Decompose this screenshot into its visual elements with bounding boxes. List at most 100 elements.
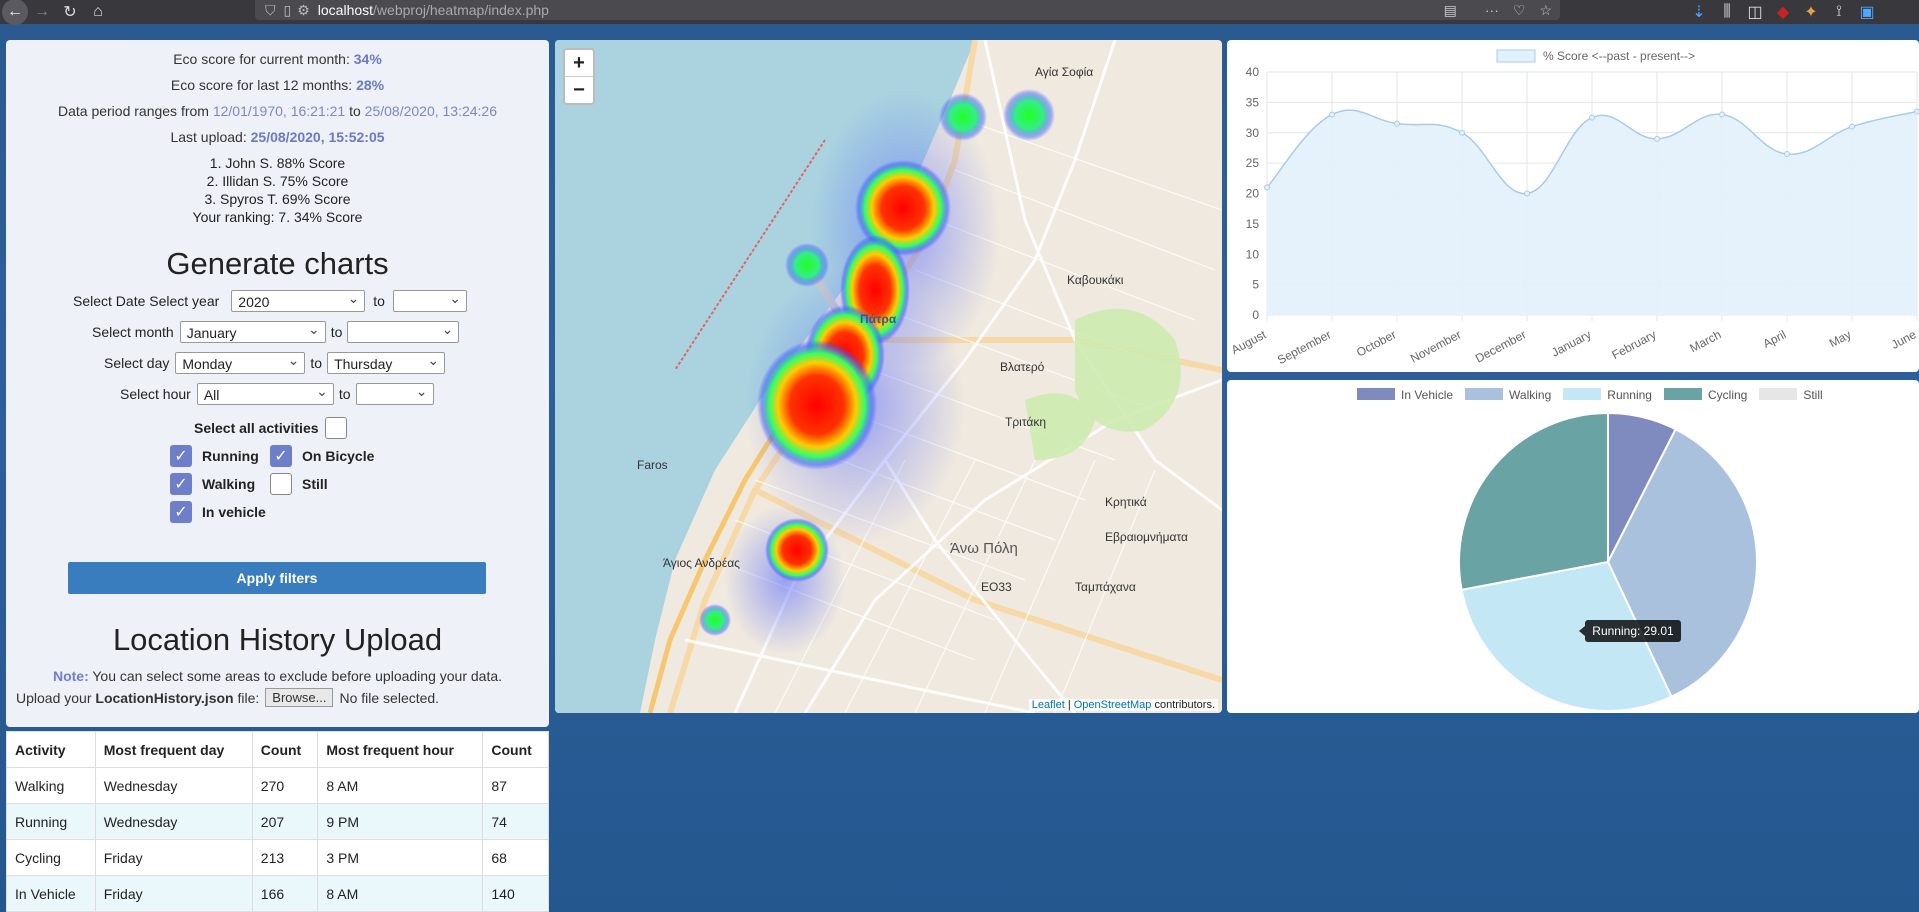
legend-label: Walking — [1509, 388, 1552, 402]
location-upload-title: Location History Upload — [112, 622, 443, 657]
data-point — [1589, 114, 1595, 121]
leaderboard: 1. John S. 88% Score 2. Illidan S. 75% S… — [6, 154, 549, 226]
home-icon[interactable]: ⌂ — [84, 3, 112, 21]
y-tick-label: 30 — [1246, 126, 1260, 140]
osm-link[interactable]: OpenStreetMap — [1074, 699, 1152, 711]
legend-item[interactable]: Walking — [1465, 388, 1551, 402]
ublock-icon[interactable]: ◆ — [1769, 2, 1797, 22]
in-vehicle-checkbox[interactable]: ✓ — [170, 501, 192, 523]
running-checkbox[interactable]: ✓ — [170, 445, 192, 467]
table-row: Walking Wednesday 270 8 AM 87 — [6, 767, 549, 804]
heatmap-map[interactable]: + − Πάτρα Άνω Πόλη Βλατερό Καβουκάκι Far… — [555, 40, 1222, 713]
legend-label: Cycling — [1707, 388, 1748, 402]
hour-to-select[interactable] — [355, 380, 434, 405]
sidebar-icon[interactable]: ◫ — [1741, 2, 1769, 22]
x-tick-label: August — [1229, 327, 1269, 357]
reader-view-icon[interactable]: ▤ — [1444, 2, 1457, 19]
browse-button[interactable]: Browse... — [265, 688, 334, 707]
y-tick-label: 25 — [1246, 156, 1260, 170]
legend-item[interactable]: Running — [1563, 388, 1652, 402]
more-icon[interactable]: ··· — [1485, 2, 1499, 18]
eco-score-current-value: 34% — [353, 51, 382, 67]
month-label: Select month — [92, 324, 174, 340]
y-tick-label: 20 — [1246, 187, 1260, 201]
extension-icon[interactable]: ✦ — [1797, 2, 1825, 22]
x-tick-label: March — [1687, 327, 1723, 355]
table-cell: 68 — [482, 839, 549, 876]
zoom-in-button[interactable]: + — [565, 50, 593, 77]
table-cell: Walking — [6, 767, 96, 804]
shield-icon: ⛉ — [265, 1, 276, 18]
column-header: Most frequent hour — [317, 731, 484, 768]
pie-tooltip: Running: 29.01 — [1579, 620, 1681, 642]
table-cell: 140 — [482, 875, 549, 912]
no-file-text: No file selected. — [339, 689, 440, 706]
activity-pie-chart: Running: 29.01 — [1458, 411, 1758, 712]
reload-icon[interactable]: ↻ — [56, 2, 84, 22]
legend-swatch — [1465, 388, 1504, 400]
pocket-icon[interactable]: ♡ — [1513, 2, 1526, 19]
zoom-out-button[interactable]: − — [565, 77, 593, 103]
month-from-select[interactable]: January — [179, 318, 326, 343]
table-cell: Wednesday — [94, 767, 253, 804]
library-icon[interactable]: ⫼ — [1713, 3, 1741, 21]
day-to-select[interactable]: Thursday — [327, 349, 446, 374]
map-tiles — [555, 40, 1222, 713]
on-bicycle-label: On Bicycle — [302, 448, 375, 464]
year-from-select[interactable]: 2020 — [231, 287, 366, 312]
legend-item[interactable]: In Vehicle — [1357, 388, 1453, 402]
score-area-chart: % Score <--past - present--> 0 5 10 15 20 25 30… — [1229, 49, 1919, 367]
still-label: Still — [302, 476, 328, 492]
data-point — [1654, 135, 1660, 142]
apply-filters-button[interactable]: Apply filters — [68, 562, 486, 594]
x-tick-label: October — [1354, 327, 1398, 359]
y-tick-label: 35 — [1246, 95, 1260, 109]
eco-score-current: Eco score for current month: 34% — [173, 51, 382, 67]
still-checkbox[interactable] — [270, 473, 292, 495]
walking-checkbox[interactable]: ✓ — [170, 473, 192, 495]
zoom-control: + − — [563, 48, 595, 105]
table-cell: 9 PM — [317, 803, 484, 840]
leaderboard-item: 1. John S. 88% Score — [209, 155, 346, 171]
legend-item[interactable]: Still — [1759, 388, 1823, 402]
table-cell: 207 — [251, 803, 319, 840]
data-period: Data period ranges from 12/01/1970, 16:2… — [57, 103, 497, 119]
on-bicycle-checkbox[interactable]: ✓ — [270, 445, 292, 467]
map-label-vlatero: Βλατερό — [1000, 360, 1045, 374]
table-cell: Friday — [94, 875, 253, 912]
address-bar[interactable]: ⛉ ▯ ⚙ localhost/webproj/heatmap/index.ph… — [255, 0, 1560, 20]
table-cell: Friday — [94, 839, 253, 876]
table-cell: 8 AM — [317, 767, 484, 804]
map-label-agios-andreas: Άγιος Ανδρέας — [663, 556, 740, 570]
column-header: Activity — [6, 731, 96, 768]
y-tick-label: 5 — [1252, 278, 1259, 292]
month-to-select[interactable] — [347, 318, 460, 343]
day-label: Select day — [104, 355, 170, 371]
table-cell: Cycling — [6, 839, 96, 876]
year-to-select[interactable] — [392, 287, 467, 312]
map-label-ano-poli: Άνω Πόλη — [950, 540, 1018, 557]
table-cell: 270 — [251, 767, 319, 804]
map-label-faros: Faros — [637, 458, 668, 472]
x-tick-label: April — [1761, 327, 1789, 351]
back-icon[interactable]: ← — [2, 0, 28, 25]
x-tick-label: September — [1275, 327, 1333, 367]
map-label-kavoukaki: Καβουκάκι — [1067, 273, 1124, 287]
leaflet-link[interactable]: Leaflet — [1032, 699, 1065, 711]
activity-pie-panel: In Vehicle Walking Running Cycling Still Run… — [1227, 380, 1919, 713]
extension3-icon[interactable]: ▣ — [1853, 2, 1881, 22]
select-all-checkbox[interactable] — [324, 417, 347, 439]
table-cell: In Vehicle — [6, 875, 96, 912]
forward-icon[interactable]: → — [28, 3, 56, 21]
extension2-icon[interactable]: ⟟ — [1825, 3, 1853, 21]
map-label-agia-sofia: Αγία Σοφία — [1035, 65, 1094, 79]
to-label: to — [310, 355, 323, 371]
bookmark-star-icon[interactable]: ☆ — [1539, 2, 1552, 19]
activity-table: Activity Most frequent day Count Most fr… — [6, 731, 549, 912]
day-from-select[interactable]: Monday — [175, 349, 306, 374]
hour-from-select[interactable]: All — [196, 380, 334, 405]
table-row: Cycling Friday 213 3 PM 68 — [6, 839, 549, 876]
table-header-row: Activity Most frequent day Count Most fr… — [6, 731, 549, 768]
legend-item[interactable]: Cycling — [1663, 388, 1748, 402]
download-icon[interactable]: ⇣ — [1685, 2, 1713, 22]
